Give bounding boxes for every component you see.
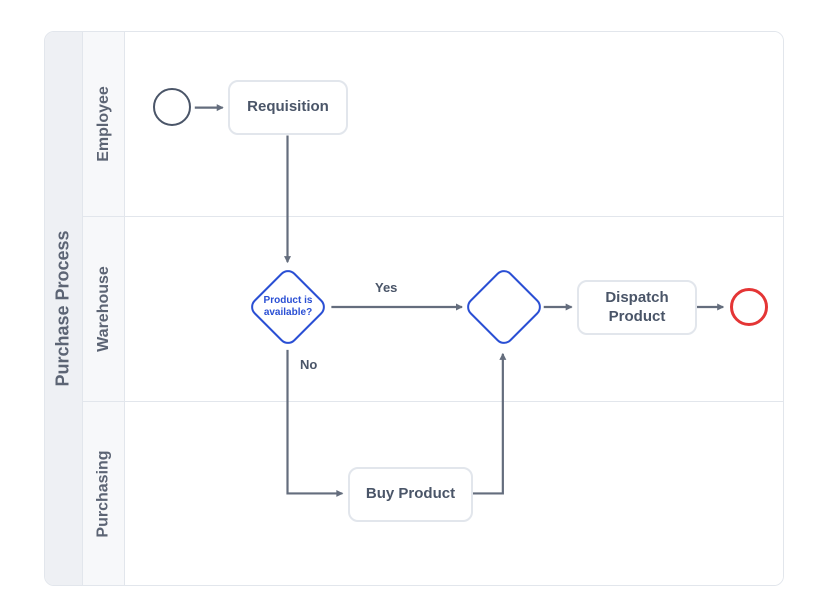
- lane-label: Purchasing: [95, 450, 113, 537]
- flow-label-no: No: [300, 357, 317, 372]
- lane-label: Warehouse: [95, 266, 113, 352]
- pool-title-label: Purchase Process: [53, 230, 74, 386]
- lane-title-purchasing: Purchasing: [83, 402, 124, 585]
- lane-title-employee: Employee: [83, 32, 124, 217]
- lane-titles: Employee Warehouse Purchasing: [83, 32, 125, 585]
- lane-divider: [125, 401, 783, 402]
- gateway-label: Product is available?: [261, 295, 315, 319]
- lanes-area: Employee Warehouse Purchasing: [83, 32, 783, 585]
- gateway-merge[interactable]: [463, 266, 545, 348]
- pool-title: Purchase Process: [45, 32, 83, 585]
- lane-label: Employee: [95, 86, 113, 162]
- task-requisition[interactable]: Requisition: [228, 80, 348, 135]
- bpmn-diagram: Purchase Process Employee Warehouse Purc…: [44, 31, 784, 586]
- task-label: Buy Product: [366, 485, 455, 504]
- lane-divider: [125, 216, 783, 217]
- task-buy-product[interactable]: Buy Product: [348, 467, 473, 522]
- flow-label-yes: Yes: [375, 280, 397, 295]
- start-event[interactable]: [153, 88, 191, 126]
- lane-title-warehouse: Warehouse: [83, 217, 124, 402]
- task-label: Requisition: [247, 98, 329, 117]
- end-event[interactable]: [730, 288, 768, 326]
- diagram-canvas: Requisition Product is available? Dispat…: [125, 32, 783, 585]
- task-label: Dispatch Product: [587, 289, 687, 327]
- task-dispatch-product[interactable]: Dispatch Product: [577, 280, 697, 335]
- gateway-product-available[interactable]: Product is available?: [247, 266, 329, 348]
